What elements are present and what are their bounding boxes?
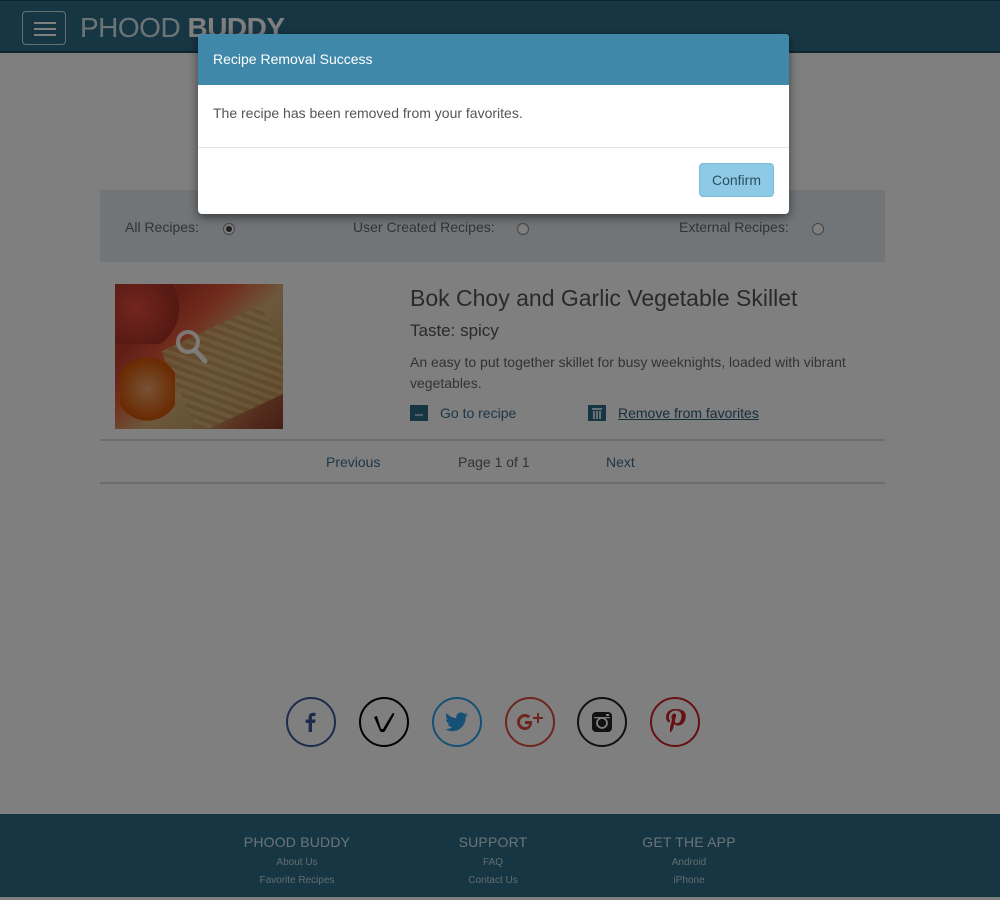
dialog-body: The recipe has been removed from your fa… [198,85,789,148]
dialog-title: Recipe Removal Success [213,51,373,67]
confirm-button[interactable]: Confirm [699,163,774,197]
dialog-footer: Confirm [198,148,789,214]
recipe-removal-dialog: Recipe Removal Success The recipe has be… [198,34,789,214]
dialog-header: Recipe Removal Success [198,34,789,85]
dialog-message: The recipe has been removed from your fa… [213,105,523,121]
